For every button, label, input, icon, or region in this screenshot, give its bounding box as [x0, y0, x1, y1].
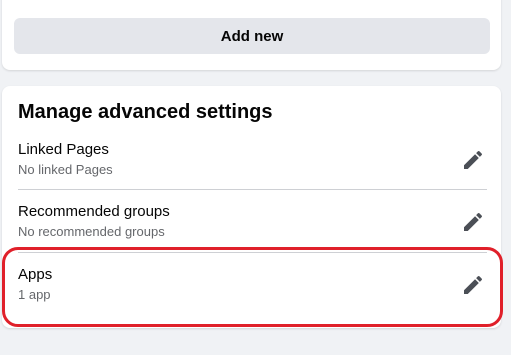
- advanced-settings-card: Manage advanced settings Linked Pages No…: [2, 86, 501, 328]
- row-title: Recommended groups: [18, 203, 170, 220]
- row-subtitle: 1 app: [18, 287, 51, 302]
- row-subtitle: No linked Pages: [18, 162, 113, 177]
- divider: [18, 252, 487, 253]
- recommended-groups-row[interactable]: Recommended groups No recommended groups: [18, 202, 487, 244]
- edit-apps-button[interactable]: [459, 271, 487, 299]
- row-title: Linked Pages: [18, 141, 109, 158]
- divider: [18, 189, 487, 190]
- pencil-icon: [464, 275, 483, 294]
- linked-pages-row[interactable]: Linked Pages No linked Pages: [18, 140, 487, 182]
- pencil-icon: [464, 150, 483, 169]
- add-new-card: Add new: [2, 0, 501, 70]
- edit-linked-pages-button[interactable]: [459, 146, 487, 174]
- section-title: Manage advanced settings: [18, 101, 273, 123]
- apps-row[interactable]: Apps 1 app: [18, 265, 487, 307]
- row-subtitle: No recommended groups: [18, 224, 165, 239]
- pencil-icon: [464, 212, 483, 231]
- edit-recommended-groups-button[interactable]: [459, 208, 487, 236]
- row-title: Apps: [18, 266, 53, 283]
- add-new-button[interactable]: Add new: [14, 18, 490, 54]
